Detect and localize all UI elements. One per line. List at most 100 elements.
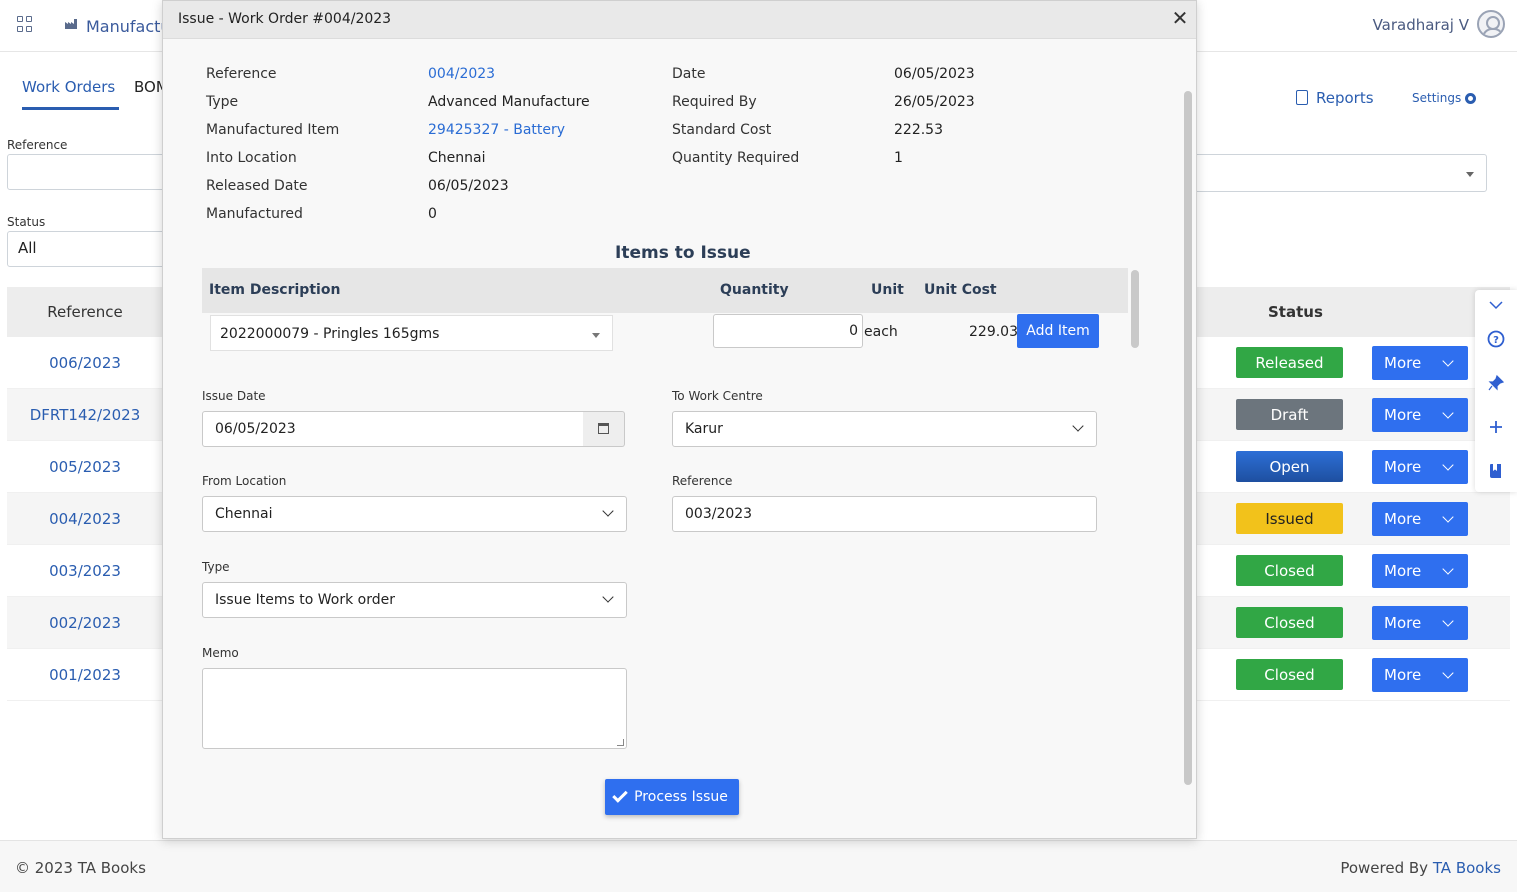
settings-label: Settings xyxy=(1412,91,1462,105)
to-work-centre-select[interactable]: Karur xyxy=(672,411,1097,447)
chevron-down-icon xyxy=(1442,614,1454,627)
modal-header: Issue - Work Order #004/2023 ✕ xyxy=(163,1,1196,39)
form-reference-input[interactable]: 003/2023 xyxy=(672,496,1097,532)
released-date-label: Released Date xyxy=(206,178,308,194)
table-row[interactable]: 006/2023 xyxy=(7,337,163,389)
side-toolbar: ? xyxy=(1475,290,1517,492)
chevron-down-icon xyxy=(1442,458,1454,471)
work-orders-table-right: Status Released More Draft More Open Mor… xyxy=(1190,287,1510,701)
item-description-header: Item Description xyxy=(209,282,341,298)
issue-date-input[interactable]: 06/05/2023 xyxy=(202,411,584,447)
items-scrollbar[interactable] xyxy=(1131,270,1139,348)
table-row: Issued More xyxy=(1190,493,1510,545)
more-button[interactable]: More xyxy=(1372,449,1468,484)
to-work-centre-value: Karur xyxy=(685,421,723,437)
table-row[interactable]: 004/2023 xyxy=(7,493,163,545)
table-row: Open More xyxy=(1190,441,1510,493)
date-label: Date xyxy=(672,66,706,82)
powered-by-prefix: Powered By xyxy=(1340,859,1429,877)
table-row[interactable]: 003/2023 xyxy=(7,545,163,597)
status-filter-select[interactable]: All xyxy=(7,231,167,267)
reference-column-header[interactable]: Reference xyxy=(7,287,163,337)
more-button[interactable]: More xyxy=(1372,345,1468,380)
calendar-button[interactable] xyxy=(583,411,625,447)
powered-by-link[interactable]: TA Books xyxy=(1433,859,1501,877)
table-row[interactable]: 002/2023 xyxy=(7,597,163,649)
status-badge: Released xyxy=(1236,347,1343,378)
reference-filter-label: Reference xyxy=(7,138,68,152)
reference-link[interactable]: 004/2023 xyxy=(428,66,495,82)
table-row: Closed More xyxy=(1190,597,1510,649)
check-icon xyxy=(612,787,628,803)
more-button[interactable]: More xyxy=(1372,397,1468,432)
more-button[interactable]: More xyxy=(1372,605,1468,640)
status-badge: Issued xyxy=(1236,503,1343,534)
chevron-down-icon xyxy=(1442,666,1454,679)
status-badge: Closed xyxy=(1236,555,1343,586)
pin-icon[interactable] xyxy=(1487,374,1505,392)
quantity-header: Quantity xyxy=(720,282,789,298)
filter-select-right[interactable] xyxy=(1190,154,1487,192)
calendar-icon xyxy=(598,423,609,434)
table-row[interactable]: DFRT142/2023 xyxy=(7,389,163,441)
table-row[interactable]: 005/2023 xyxy=(7,441,163,493)
type-value: Advanced Manufacture xyxy=(428,94,590,110)
add-item-button[interactable]: Add Item xyxy=(1017,314,1099,348)
manufactured-item-label: Manufactured Item xyxy=(206,122,340,138)
modal-scrollbar[interactable] xyxy=(1184,91,1192,785)
avatar[interactable] xyxy=(1477,10,1505,38)
modal-title: Issue - Work Order #004/2023 xyxy=(178,11,392,27)
close-icon[interactable]: ✕ xyxy=(1170,8,1190,28)
chevron-down-icon xyxy=(1442,354,1454,367)
items-to-issue-title: Items to Issue xyxy=(615,243,751,263)
chevron-down-icon[interactable] xyxy=(1487,296,1505,314)
into-location-label: Into Location xyxy=(206,150,297,166)
more-label: More xyxy=(1384,613,1422,632)
table-row: Released More xyxy=(1190,337,1510,389)
unit-cost-header: Unit Cost xyxy=(924,282,997,298)
apps-grid-icon[interactable] xyxy=(17,16,33,32)
unit-cost-value: 229.03 xyxy=(969,324,1018,340)
more-button[interactable]: More xyxy=(1372,501,1468,536)
more-button[interactable]: More xyxy=(1372,553,1468,588)
table-row[interactable]: 001/2023 xyxy=(7,649,163,701)
book-icon[interactable] xyxy=(1487,462,1505,480)
unit-value: each xyxy=(864,324,898,340)
status-badge: Closed xyxy=(1236,607,1343,638)
quantity-input[interactable]: 0 xyxy=(713,314,863,348)
from-location-select[interactable]: Chennai xyxy=(202,496,627,532)
process-issue-button[interactable]: Process Issue xyxy=(605,779,739,815)
reports-link[interactable]: Reports xyxy=(1296,89,1374,107)
items-table-header: Item Description Quantity Unit Unit Cost xyxy=(202,268,1128,313)
issue-work-order-modal: Issue - Work Order #004/2023 ✕ Reference… xyxy=(162,0,1197,839)
user-name[interactable]: Varadharaj V xyxy=(1373,16,1469,34)
tab-work-orders[interactable]: Work Orders xyxy=(22,78,119,110)
issue-date-label: Issue Date xyxy=(202,389,266,403)
status-badge: Open xyxy=(1236,451,1343,482)
settings-link[interactable]: Settings xyxy=(1412,91,1477,105)
released-date-value: 06/05/2023 xyxy=(428,178,509,194)
process-issue-label: Process Issue xyxy=(634,789,728,805)
chevron-down-icon xyxy=(1442,510,1454,523)
powered-by: Powered By TA Books xyxy=(1340,859,1501,877)
status-column-header[interactable]: Status xyxy=(1190,287,1510,337)
item-select[interactable]: 2022000079 - Pringles 165gms xyxy=(210,315,613,351)
memo-textarea[interactable] xyxy=(202,668,627,749)
chevron-down-icon xyxy=(1072,420,1084,432)
svg-text:?: ? xyxy=(1493,335,1499,346)
status-badge: Draft xyxy=(1236,399,1343,430)
manufactured-item-link[interactable]: 29425327 - Battery xyxy=(428,122,565,138)
to-work-centre-label: To Work Centre xyxy=(672,389,763,403)
type-label: Type xyxy=(206,94,239,110)
standard-cost-value: 222.53 xyxy=(894,122,943,138)
form-type-select[interactable]: Issue Items to Work order xyxy=(202,582,627,618)
more-button[interactable]: More xyxy=(1372,657,1468,692)
plus-icon[interactable] xyxy=(1487,418,1505,436)
caret-down-icon xyxy=(592,333,600,338)
help-icon[interactable]: ? xyxy=(1487,330,1505,348)
factory-icon xyxy=(65,19,77,29)
manufactured-value: 0 xyxy=(428,206,437,222)
reference-filter-input[interactable] xyxy=(7,154,167,190)
module-title[interactable]: Manufactu xyxy=(86,17,171,36)
resize-handle-icon[interactable] xyxy=(617,739,624,746)
